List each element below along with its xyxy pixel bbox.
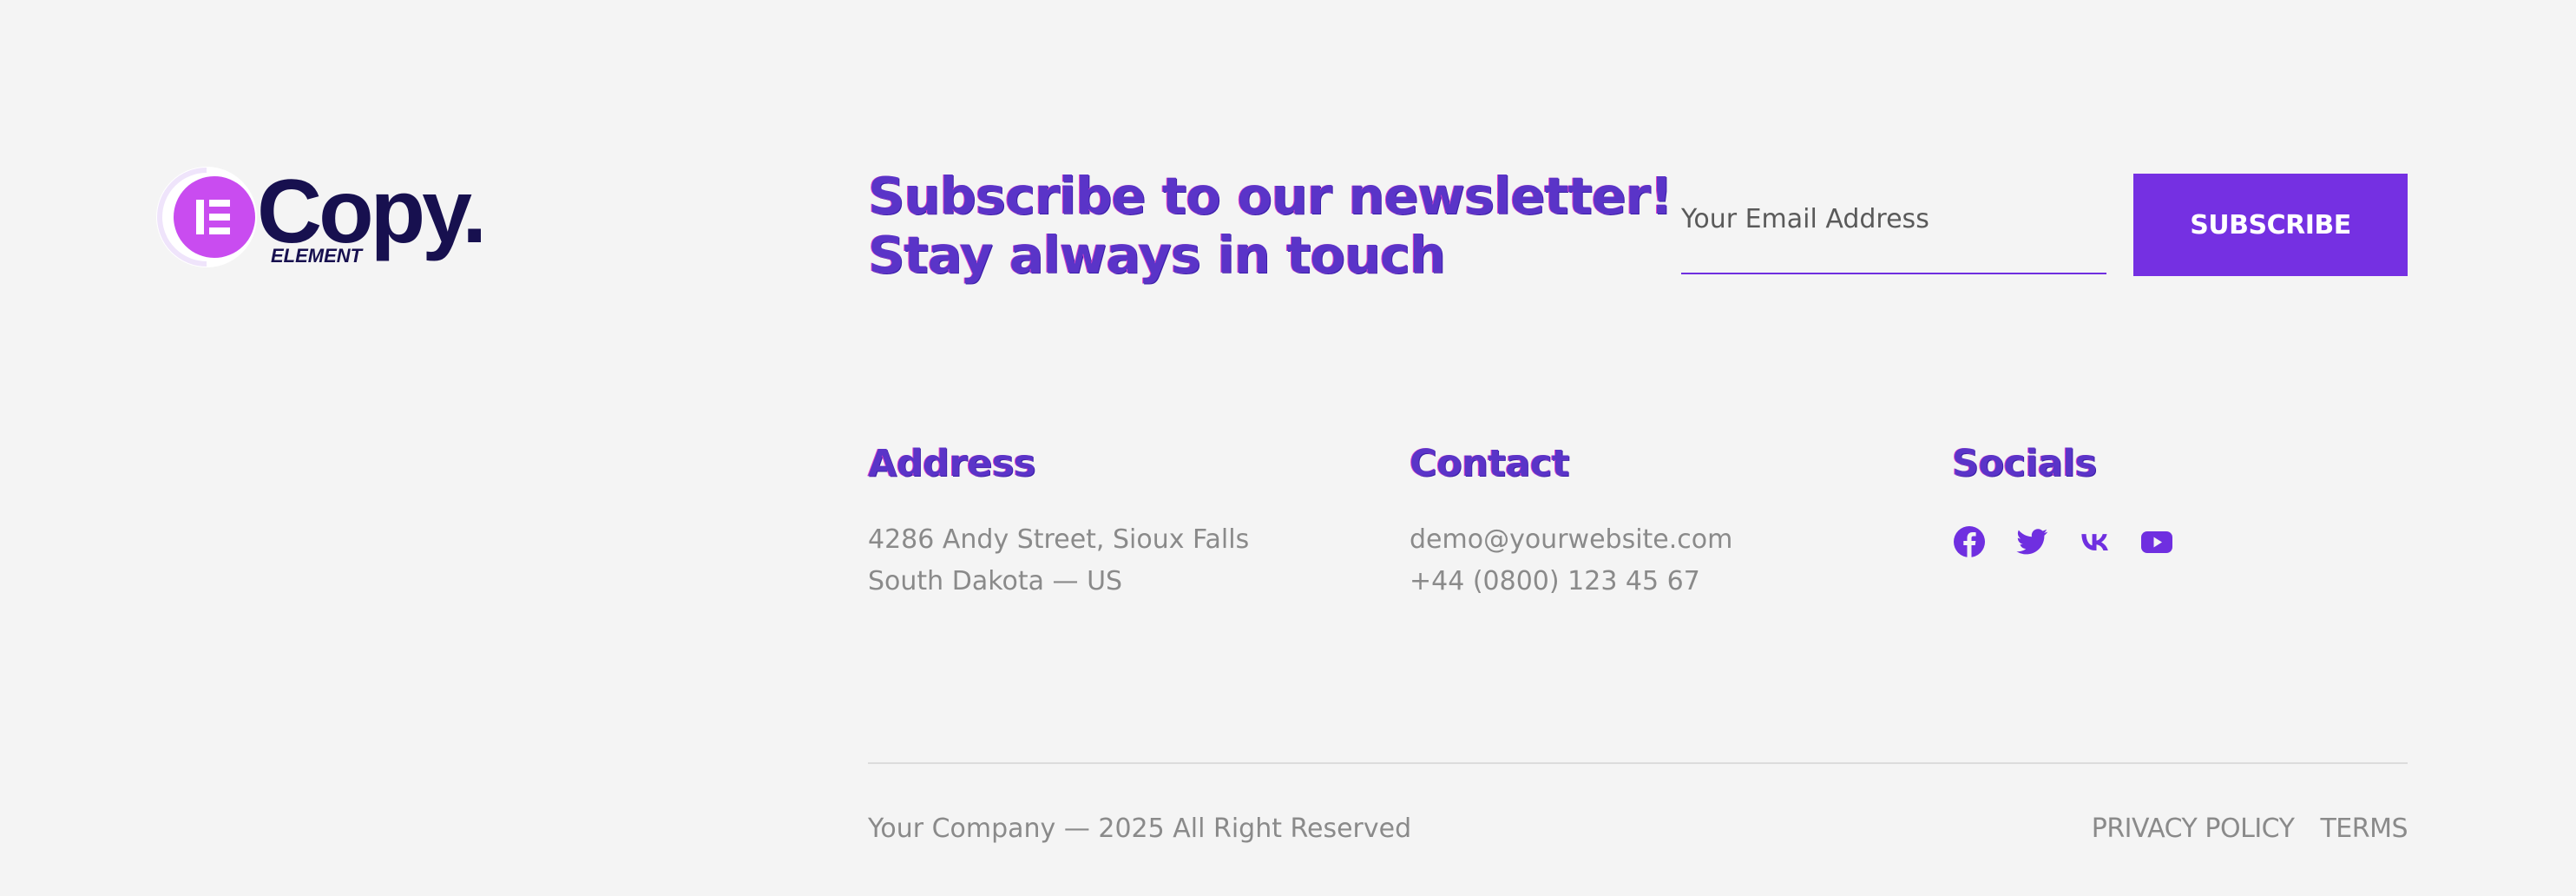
youtube-icon[interactable] <box>2139 524 2174 559</box>
brand-name: Copy. <box>257 161 487 262</box>
address-heading: Address <box>868 442 1035 485</box>
subscribe-button[interactable]: SUBSCRIBE <box>2133 174 2408 276</box>
twitter-icon[interactable] <box>2014 524 2049 559</box>
legal-links: PRIVACY POLICY TERMS <box>2092 812 2408 847</box>
newsletter-title: Subscribe to our newsletter! Stay always… <box>868 166 1673 285</box>
facebook-icon[interactable] <box>1952 524 1987 559</box>
brand-logo[interactable]: Copy. ELEMENT <box>156 167 503 278</box>
email-field <box>1681 174 2106 274</box>
socials-column: Socials <box>1952 439 2174 559</box>
social-icons <box>1952 524 2174 559</box>
contact-column: Contact demo@yourwebsite.com +44 (0800) … <box>1410 439 1732 603</box>
brand-subtitle: ELEMENT <box>271 245 363 267</box>
copyright-text: Your Company — 2025 All Right Reserved <box>868 814 1412 844</box>
address-line-1: 4286 Andy Street, Sioux Falls <box>868 524 1250 555</box>
contact-email[interactable]: demo@yourwebsite.com <box>1410 519 1732 561</box>
footer-divider <box>868 762 2408 764</box>
email-input[interactable] <box>1681 174 2106 273</box>
footer-section: Copy. ELEMENT Subscribe to our newslette… <box>0 0 2576 896</box>
address-column: Address 4286 Andy Street, Sioux Falls So… <box>868 439 1249 603</box>
newsletter-title-line1: Subscribe to our newsletter! <box>868 166 1673 226</box>
terms-link[interactable]: TERMS <box>2320 812 2408 847</box>
contact-phone[interactable]: +44 (0800) 123 45 67 <box>1410 561 1732 603</box>
elementor-logo-icon <box>156 167 257 267</box>
address-line-2: South Dakota — US <box>868 566 1123 596</box>
privacy-policy-link[interactable]: PRIVACY POLICY <box>2092 812 2295 847</box>
newsletter-title-line2: Stay always in touch <box>868 225 1446 285</box>
contact-heading: Contact <box>1410 442 1569 485</box>
vk-icon[interactable] <box>2077 524 2112 559</box>
socials-heading: Socials <box>1952 442 2097 485</box>
